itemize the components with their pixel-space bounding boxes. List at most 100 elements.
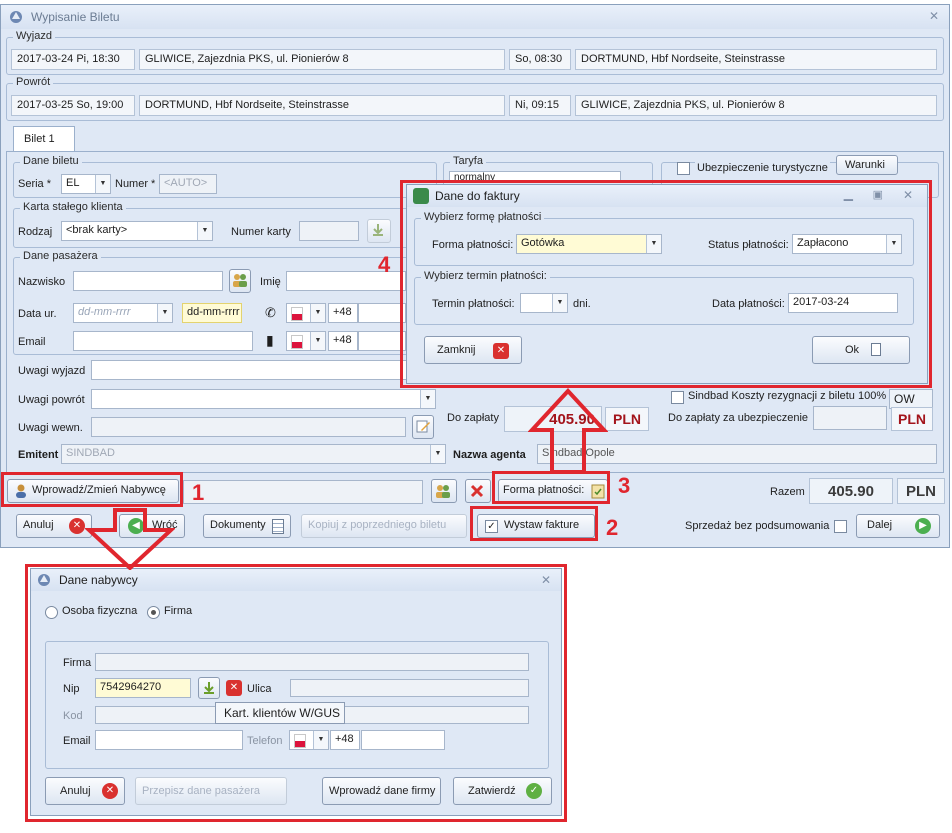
pencil-icon (416, 420, 430, 433)
numer-karty-label: Numer karty (231, 226, 291, 238)
warunki-button[interactable]: Warunki (836, 155, 898, 175)
dokumenty-label: Dokumenty (210, 519, 266, 531)
email-label: Email (18, 336, 46, 348)
wyjazd-arr-time: So, 08:30 (509, 49, 571, 70)
phone-icon: ✆ (265, 305, 276, 320)
sprzedaz-checkbox[interactable] (834, 520, 847, 533)
highlight-box-4 (400, 180, 932, 388)
wyjazd-legend: Wyjazd (13, 30, 55, 42)
pasazer-legend: Dane pasażera (20, 250, 101, 262)
chevron-down-icon: ▼ (310, 332, 325, 350)
annotation-number-1: 1 (192, 480, 205, 505)
users-icon (233, 274, 247, 287)
nazwisko-input[interactable] (73, 271, 223, 291)
chevron-down-icon: ▼ (95, 175, 110, 193)
agent-label: Nazwa agenta (453, 449, 526, 461)
powrot-from: DORTMUND, Hbf Nordseite, Steinstrasse (139, 95, 505, 116)
chevron-down-icon: ▼ (420, 390, 435, 408)
anuluj-button[interactable]: Anuluj ✕ (16, 514, 92, 538)
edit-note-button[interactable] (412, 415, 434, 439)
nabywca-clear-button[interactable] (465, 479, 491, 503)
taryfa-legend: Taryfa (450, 155, 486, 167)
close-icon (470, 484, 484, 498)
razem-value: 405.90 (809, 478, 893, 504)
window-title: Wypisanie Biletu (31, 10, 120, 24)
highlight-box-3 (492, 471, 610, 504)
anuluj-label: Anuluj (23, 519, 54, 531)
kopiuj-button[interactable]: Kopiuj z poprzedniego biletu (301, 514, 467, 538)
chevron-down-icon: ▼ (197, 222, 212, 240)
uwagi-powrot-input[interactable]: ▼ (91, 389, 436, 409)
document-icon (272, 519, 284, 534)
emitent-select[interactable]: SINDBAD ▼ (61, 444, 446, 464)
next-arrow-icon: ▶ (915, 518, 931, 534)
passenger-search-button[interactable] (229, 269, 251, 293)
dalej-label: Dalej (867, 519, 893, 531)
kopiuj-label: Kopiuj z poprzedniego biletu (308, 519, 447, 531)
rodzaj-select[interactable]: <brak karty> ▼ (61, 221, 213, 241)
cancel-icon: ✕ (69, 518, 85, 534)
title-bar: Wypisanie Biletu ✕ (1, 5, 949, 29)
uwagi-wewn-input[interactable] (91, 417, 406, 437)
phone-input[interactable] (358, 303, 406, 323)
nabywca-display (183, 480, 423, 504)
numer-label: Numer * (115, 178, 156, 190)
chevron-down-icon: ▼ (310, 304, 325, 322)
uwagi-powrot-label: Uwagi powrót (18, 394, 85, 406)
wyjazd-to: DORTMUND, Hbf Nordseite, Steinstrasse (575, 49, 937, 70)
close-icon[interactable]: ✕ (929, 9, 939, 23)
dalej-button[interactable]: Dalej ▶ (856, 514, 940, 538)
uwagi-wyjazd-input[interactable] (91, 360, 436, 380)
sindbad-ow: OW (889, 389, 933, 409)
powrot-arr-time: Ni, 09:15 (509, 95, 571, 116)
dane-biletu-legend: Dane biletu (20, 155, 82, 167)
imie-label: Imię (260, 276, 281, 288)
ubezp-zaplaty-value (813, 406, 887, 430)
dokumenty-button[interactable]: Dokumenty (203, 514, 291, 538)
arrow-down-annotation (85, 508, 175, 570)
chevron-down-icon: ▼ (430, 445, 445, 463)
numer-input[interactable]: <AUTO> (159, 174, 217, 194)
razem-currency: PLN (897, 478, 945, 504)
numer-karty-input[interactable] (299, 221, 359, 241)
ubezpieczenie-checkbox[interactable] (677, 162, 690, 175)
do-zaplaty-label: Do zapłaty (447, 412, 499, 424)
card-search-button[interactable] (367, 219, 391, 243)
mobile-country-select[interactable]: ▼ (286, 331, 326, 351)
ubezp-zaplaty-label: Do zapłaty za ubezpieczenie (668, 412, 809, 424)
highlight-box-2 (470, 506, 598, 541)
phone-prefix: +48 (328, 303, 358, 323)
highlight-box-nabywca (25, 564, 567, 822)
mobile-prefix: +48 (328, 331, 358, 351)
mobile-icon: ▮ (266, 332, 274, 348)
phone-country-select[interactable]: ▼ (286, 303, 326, 323)
wyjazd-from: GLIWICE, Zajezdnia PKS, ul. Pionierów 8 (139, 49, 505, 70)
ubezp-currency: PLN (891, 407, 933, 431)
flag-pl-icon (291, 335, 303, 349)
app-icon (10, 11, 22, 23)
do-zaplaty-currency: PLN (605, 407, 649, 431)
emitent-label: Emitent (18, 449, 59, 461)
data-ur-label: Data ur. (18, 308, 57, 320)
uwagi-wewn-label: Uwagi wewn. (18, 422, 83, 434)
powrot-to: GLIWICE, Zajezdnia PKS, ul. Pionierów 8 (575, 95, 937, 116)
seria-label: Seria * (18, 178, 52, 190)
sindbad-checkbox[interactable] (671, 391, 684, 404)
annotation-number-4: 4 (378, 252, 391, 277)
data-ur-hint: dd-mm-rrrr (182, 303, 242, 323)
data-ur-input[interactable]: dd-mm-rrrr ▼ (73, 303, 173, 323)
tab-bilet-1[interactable]: Bilet 1 (13, 126, 75, 152)
sindbad-label: Sindbad Koszty rezygnacji z biletu 100% (688, 390, 887, 402)
nazwisko-label: Nazwisko (18, 276, 66, 288)
seria-value: EL (66, 177, 80, 189)
flag-pl-icon (291, 307, 303, 321)
email-input[interactable] (73, 331, 253, 351)
rodzaj-label: Rodzaj (18, 226, 53, 238)
emitent-value: SINDBAD (66, 447, 115, 459)
nabywca-users-button[interactable] (431, 479, 457, 503)
mobile-input[interactable] (358, 331, 406, 351)
wyjazd-date: 2017-03-24 Pi, 18:30 (11, 49, 135, 70)
powrot-date: 2017-03-25 So, 19:00 (11, 95, 135, 116)
arrow-up-annotation (528, 388, 608, 474)
seria-select[interactable]: EL ▼ (61, 174, 111, 194)
